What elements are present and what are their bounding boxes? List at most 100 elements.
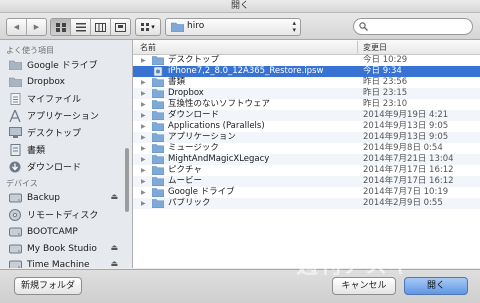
table-row[interactable]: ▶ Dropbox 昨日 23:15 xyxy=(133,88,480,99)
disclosure-triangle-icon[interactable]: ▶ xyxy=(141,176,146,187)
sidebar-item-label: リモートディスク xyxy=(27,211,99,221)
column-divider[interactable] xyxy=(357,41,358,53)
file-date: 2014年7月21日 13:04 xyxy=(363,154,454,164)
sidebar-item-dropbox[interactable]: Dropbox xyxy=(8,74,126,89)
favorites-header: よく使う項目 xyxy=(6,46,54,55)
sidebar: よく使う項目 Google ドライブ Dropbox マイファイル アプリケーシ… xyxy=(0,40,133,268)
folder-icon xyxy=(152,122,164,131)
folder-icon xyxy=(152,177,164,186)
column-view-icon xyxy=(95,22,106,32)
eject-icon[interactable]: ⏏ xyxy=(110,259,118,268)
drive-icon xyxy=(8,259,22,268)
path-popup[interactable]: hiro ▴ ▾ xyxy=(165,18,301,36)
sidebar-item-desktop[interactable]: デスクトップ xyxy=(8,125,126,140)
navigation-buttons: ◀ ▶ xyxy=(6,18,47,36)
coverflow-view-icon xyxy=(115,22,126,32)
eject-icon[interactable]: ⏏ xyxy=(110,243,118,252)
ipsw-file-icon xyxy=(153,67,163,76)
sidebar-item-applications[interactable]: アプリケーション xyxy=(8,108,126,123)
disclosure-triangle-icon[interactable]: ▶ xyxy=(141,88,146,99)
table-row[interactable]: ▶ ムービー 2014年7月17日 16:12 xyxy=(133,176,480,187)
sidebar-item-label: デスクトップ xyxy=(27,129,82,139)
table-row[interactable]: ▶ MightAndMagicXLegacy 2014年7月21日 13:04 xyxy=(133,154,480,165)
file-date: 2014年9月19日 4:21 xyxy=(363,110,449,120)
new-folder-button[interactable]: 新規フォルダ xyxy=(14,277,82,295)
list-header: 名前 変更日 xyxy=(133,40,480,55)
column-view-button[interactable] xyxy=(91,19,111,35)
file-name: Google ドライブ xyxy=(168,187,235,197)
table-row[interactable]: ▶ ミュージック 2014年9月8日 0:54 xyxy=(133,143,480,154)
disclosure-triangle-icon[interactable]: ▶ xyxy=(141,165,146,176)
table-row[interactable]: ▶ Google ドライブ 2014年7月7日 10:19 xyxy=(133,187,480,198)
table-row[interactable]: ▶ アプリケーション 2014年9月13日 9:05 xyxy=(133,132,480,143)
table-row[interactable]: ▶ デスクトップ 今日 10:29 xyxy=(133,55,480,66)
icon-view-button[interactable] xyxy=(51,19,71,35)
table-row[interactable]: iPhone7,2_8.0_12A365_Restore.ipsw 今日 9:34 xyxy=(133,66,480,77)
sidebar-item-google-drive[interactable]: Google ドライブ xyxy=(8,57,126,72)
sidebar-item-bootcamp[interactable]: BOOTCAMP xyxy=(8,224,126,239)
table-row[interactable]: ▶ Applications (Parallels) 2014年9月13日 9:05 xyxy=(133,121,480,132)
folder-icon xyxy=(152,56,164,65)
sidebar-item-label: Backup xyxy=(27,192,60,203)
sidebar-item-label: Dropbox xyxy=(27,76,65,87)
file-date: 2014年7月17日 16:12 xyxy=(363,176,454,186)
file-name: 互換性のないソフトウェア xyxy=(168,99,271,109)
disclosure-triangle-icon[interactable]: ▶ xyxy=(141,121,146,132)
file-date: 2014年9月13日 9:05 xyxy=(363,132,449,142)
file-name: Applications (Parallels) xyxy=(168,121,265,131)
folder-icon xyxy=(152,199,164,208)
table-row[interactable]: ▶ ダウンロード 2014年9月19日 4:21 xyxy=(133,110,480,121)
drive-icon xyxy=(8,243,22,255)
file-name: アプリケーション xyxy=(168,132,236,142)
list-view-button[interactable] xyxy=(71,19,91,35)
column-header-name[interactable]: 名前 xyxy=(140,42,156,53)
disclosure-triangle-icon[interactable]: ▶ xyxy=(141,154,146,165)
table-row[interactable]: ▶ 互換性のないソフトウェア 昨日 23:10 xyxy=(133,99,480,110)
view-mode-control xyxy=(50,18,131,36)
disclosure-triangle-icon[interactable]: ▶ xyxy=(141,198,146,209)
table-row[interactable]: ▶ ピクチャ 2014年7月17日 16:12 xyxy=(133,165,480,176)
disclosure-triangle-icon[interactable]: ▶ xyxy=(141,99,146,110)
disclosure-triangle-icon[interactable]: ▶ xyxy=(141,143,146,154)
disclosure-triangle-icon[interactable]: ▶ xyxy=(141,132,146,143)
sidebar-item-documents[interactable]: 書類 xyxy=(8,142,126,157)
sidebar-item-downloads[interactable]: ダウンロード xyxy=(8,159,126,174)
folder-icon xyxy=(152,111,164,120)
coverflow-view-button[interactable] xyxy=(111,19,130,35)
sidebar-item-my-files[interactable]: マイファイル xyxy=(8,91,126,106)
watermark: 週刊アスキー xyxy=(296,254,435,279)
disclosure-triangle-icon[interactable]: ▶ xyxy=(141,110,146,121)
table-row[interactable]: ▶ パブリック 2014年2月9日 0:55 xyxy=(133,198,480,209)
file-date: 昨日 23:15 xyxy=(363,88,408,98)
file-name: デスクトップ xyxy=(168,55,220,65)
sidebar-scrollbar[interactable] xyxy=(125,148,129,212)
eject-icon[interactable]: ⏏ xyxy=(110,192,118,201)
applications-icon xyxy=(8,109,22,122)
folder-icon xyxy=(152,188,164,197)
column-header-date[interactable]: 変更日 xyxy=(363,42,387,53)
file-date: 今日 10:29 xyxy=(363,55,408,65)
table-row[interactable]: ▶ 書類 昨日 23:56 xyxy=(133,77,480,88)
disclosure-triangle-icon[interactable]: ▶ xyxy=(141,187,146,198)
back-button[interactable]: ◀ xyxy=(7,19,27,35)
folder-icon xyxy=(152,133,164,142)
sidebar-item-my-book-studio[interactable]: My Book Studio ⏏ xyxy=(8,241,126,256)
arrange-chevron-icon: ▾ xyxy=(151,23,155,31)
file-date: 2014年2月9日 0:55 xyxy=(363,198,443,208)
file-date: 2014年7月17日 16:12 xyxy=(363,165,454,175)
sidebar-item-remote-disc[interactable]: リモートディスク xyxy=(8,207,126,222)
sidebar-item-label: 書類 xyxy=(27,146,46,156)
disclosure-triangle-icon[interactable]: ▶ xyxy=(141,77,146,88)
search-field[interactable] xyxy=(353,18,473,35)
file-date: 今日 9:34 xyxy=(363,66,402,76)
sidebar-item-time-machine[interactable]: Time Machine ⏏ xyxy=(8,257,126,268)
folder-icon xyxy=(8,59,22,71)
sidebar-item-backup[interactable]: Backup ⏏ xyxy=(8,190,126,205)
sidebar-item-label: アプリケーション xyxy=(27,112,99,122)
forward-button[interactable]: ▶ xyxy=(27,19,46,35)
forward-arrow-icon: ▶ xyxy=(33,23,40,31)
disclosure-triangle-icon[interactable]: ▶ xyxy=(141,55,146,66)
back-arrow-icon: ◀ xyxy=(13,23,20,31)
arrange-button[interactable]: ▾ xyxy=(135,18,161,36)
arrange-icon xyxy=(141,23,150,31)
